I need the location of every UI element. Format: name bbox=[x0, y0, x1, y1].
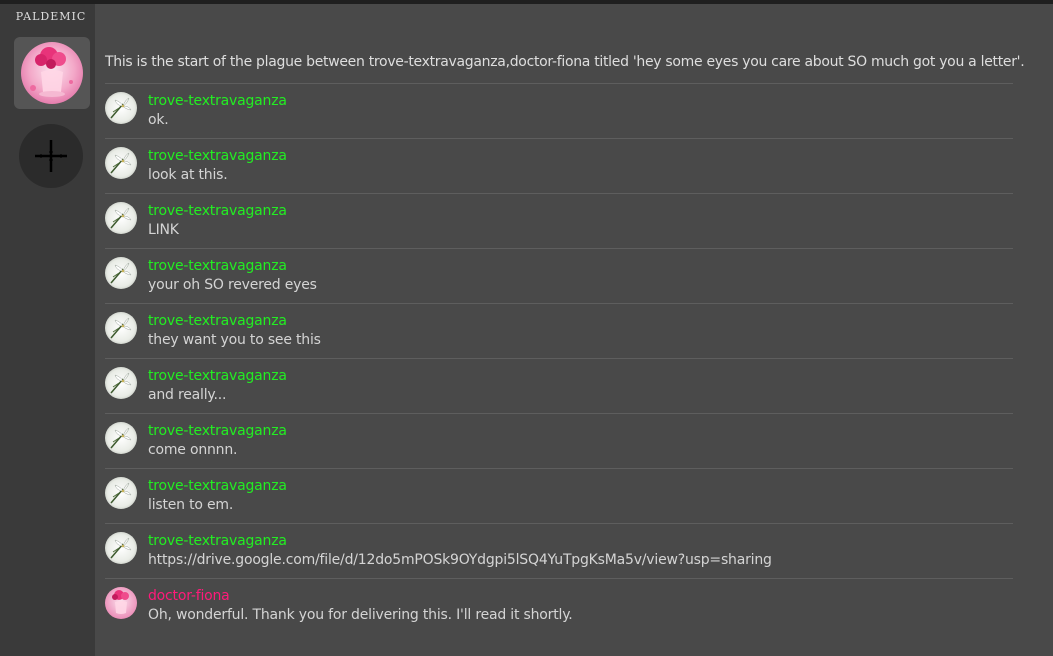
message-author[interactable]: trove-textravaganza bbox=[148, 148, 287, 164]
message-text: your oh SO revered eyes bbox=[148, 277, 317, 293]
message-author[interactable]: trove-textravaganza bbox=[148, 368, 287, 384]
author-avatar[interactable] bbox=[105, 312, 137, 344]
author-avatar[interactable] bbox=[105, 257, 137, 289]
message-author[interactable]: trove-textravaganza bbox=[148, 203, 287, 219]
author-avatar[interactable] bbox=[105, 532, 137, 564]
message-author[interactable]: trove-textravaganza bbox=[148, 93, 287, 109]
add-server-button[interactable] bbox=[19, 124, 83, 188]
message-text: LINK bbox=[148, 222, 179, 238]
message-author[interactable]: trove-textravaganza bbox=[148, 478, 287, 494]
author-avatar[interactable] bbox=[105, 587, 137, 619]
message-text: Oh, wonderful. Thank you for delivering … bbox=[148, 607, 573, 623]
author-avatar[interactable] bbox=[105, 92, 137, 124]
author-avatar[interactable] bbox=[105, 147, 137, 179]
message-author[interactable]: trove-textravaganza bbox=[148, 423, 287, 439]
message-item: trove-textravaganza and really... bbox=[105, 358, 1013, 413]
message-text: https://drive.google.com/file/d/12do5mPO… bbox=[148, 552, 772, 568]
channel-intro: This is the start of the plague between … bbox=[105, 54, 1025, 70]
message-author[interactable]: doctor-fiona bbox=[148, 588, 230, 604]
message-list: trove-textravaganza ok. trove-textravaganz… bbox=[105, 83, 1013, 633]
message-author[interactable]: trove-textravaganza bbox=[148, 258, 287, 274]
message-item: trove-textravaganza listen to em. bbox=[105, 468, 1013, 523]
message-author[interactable]: trove-textravaganza bbox=[148, 313, 287, 329]
message-item: doctor-fiona Oh, wonderful. Thank you for… bbox=[105, 578, 1013, 633]
server-avatar bbox=[21, 42, 83, 104]
author-avatar[interactable] bbox=[105, 477, 137, 509]
server-item-selected[interactable] bbox=[14, 37, 90, 109]
message-text: look at this. bbox=[148, 167, 228, 183]
message-item: trove-textravaganza https://drive.google.… bbox=[105, 523, 1013, 578]
message-item: trove-textravaganza come onnnn. bbox=[105, 413, 1013, 468]
message-text: and really... bbox=[148, 387, 227, 403]
message-item: trove-textravaganza your oh SO revered ey… bbox=[105, 248, 1013, 303]
message-item: trove-textravaganza LINK bbox=[105, 193, 1013, 248]
message-item: trove-textravaganza ok. bbox=[105, 83, 1013, 138]
message-text: come onnnn. bbox=[148, 442, 238, 458]
message-author[interactable]: trove-textravaganza bbox=[148, 533, 287, 549]
chat-panel: This is the start of the plague between … bbox=[95, 4, 1053, 656]
message-text: they want you to see this bbox=[148, 332, 321, 348]
plus-icon bbox=[35, 140, 67, 172]
author-avatar[interactable] bbox=[105, 367, 137, 399]
message-item: trove-textravaganza look at this. bbox=[105, 138, 1013, 193]
author-avatar[interactable] bbox=[105, 422, 137, 454]
author-avatar[interactable] bbox=[105, 202, 137, 234]
message-item: trove-textravaganza they want you to see … bbox=[105, 303, 1013, 358]
message-text: ok. bbox=[148, 112, 169, 128]
app-title: PALDEMIC bbox=[15, 10, 87, 23]
message-text: listen to em. bbox=[148, 497, 234, 513]
server-sidebar: PALDEMIC bbox=[0, 4, 95, 656]
